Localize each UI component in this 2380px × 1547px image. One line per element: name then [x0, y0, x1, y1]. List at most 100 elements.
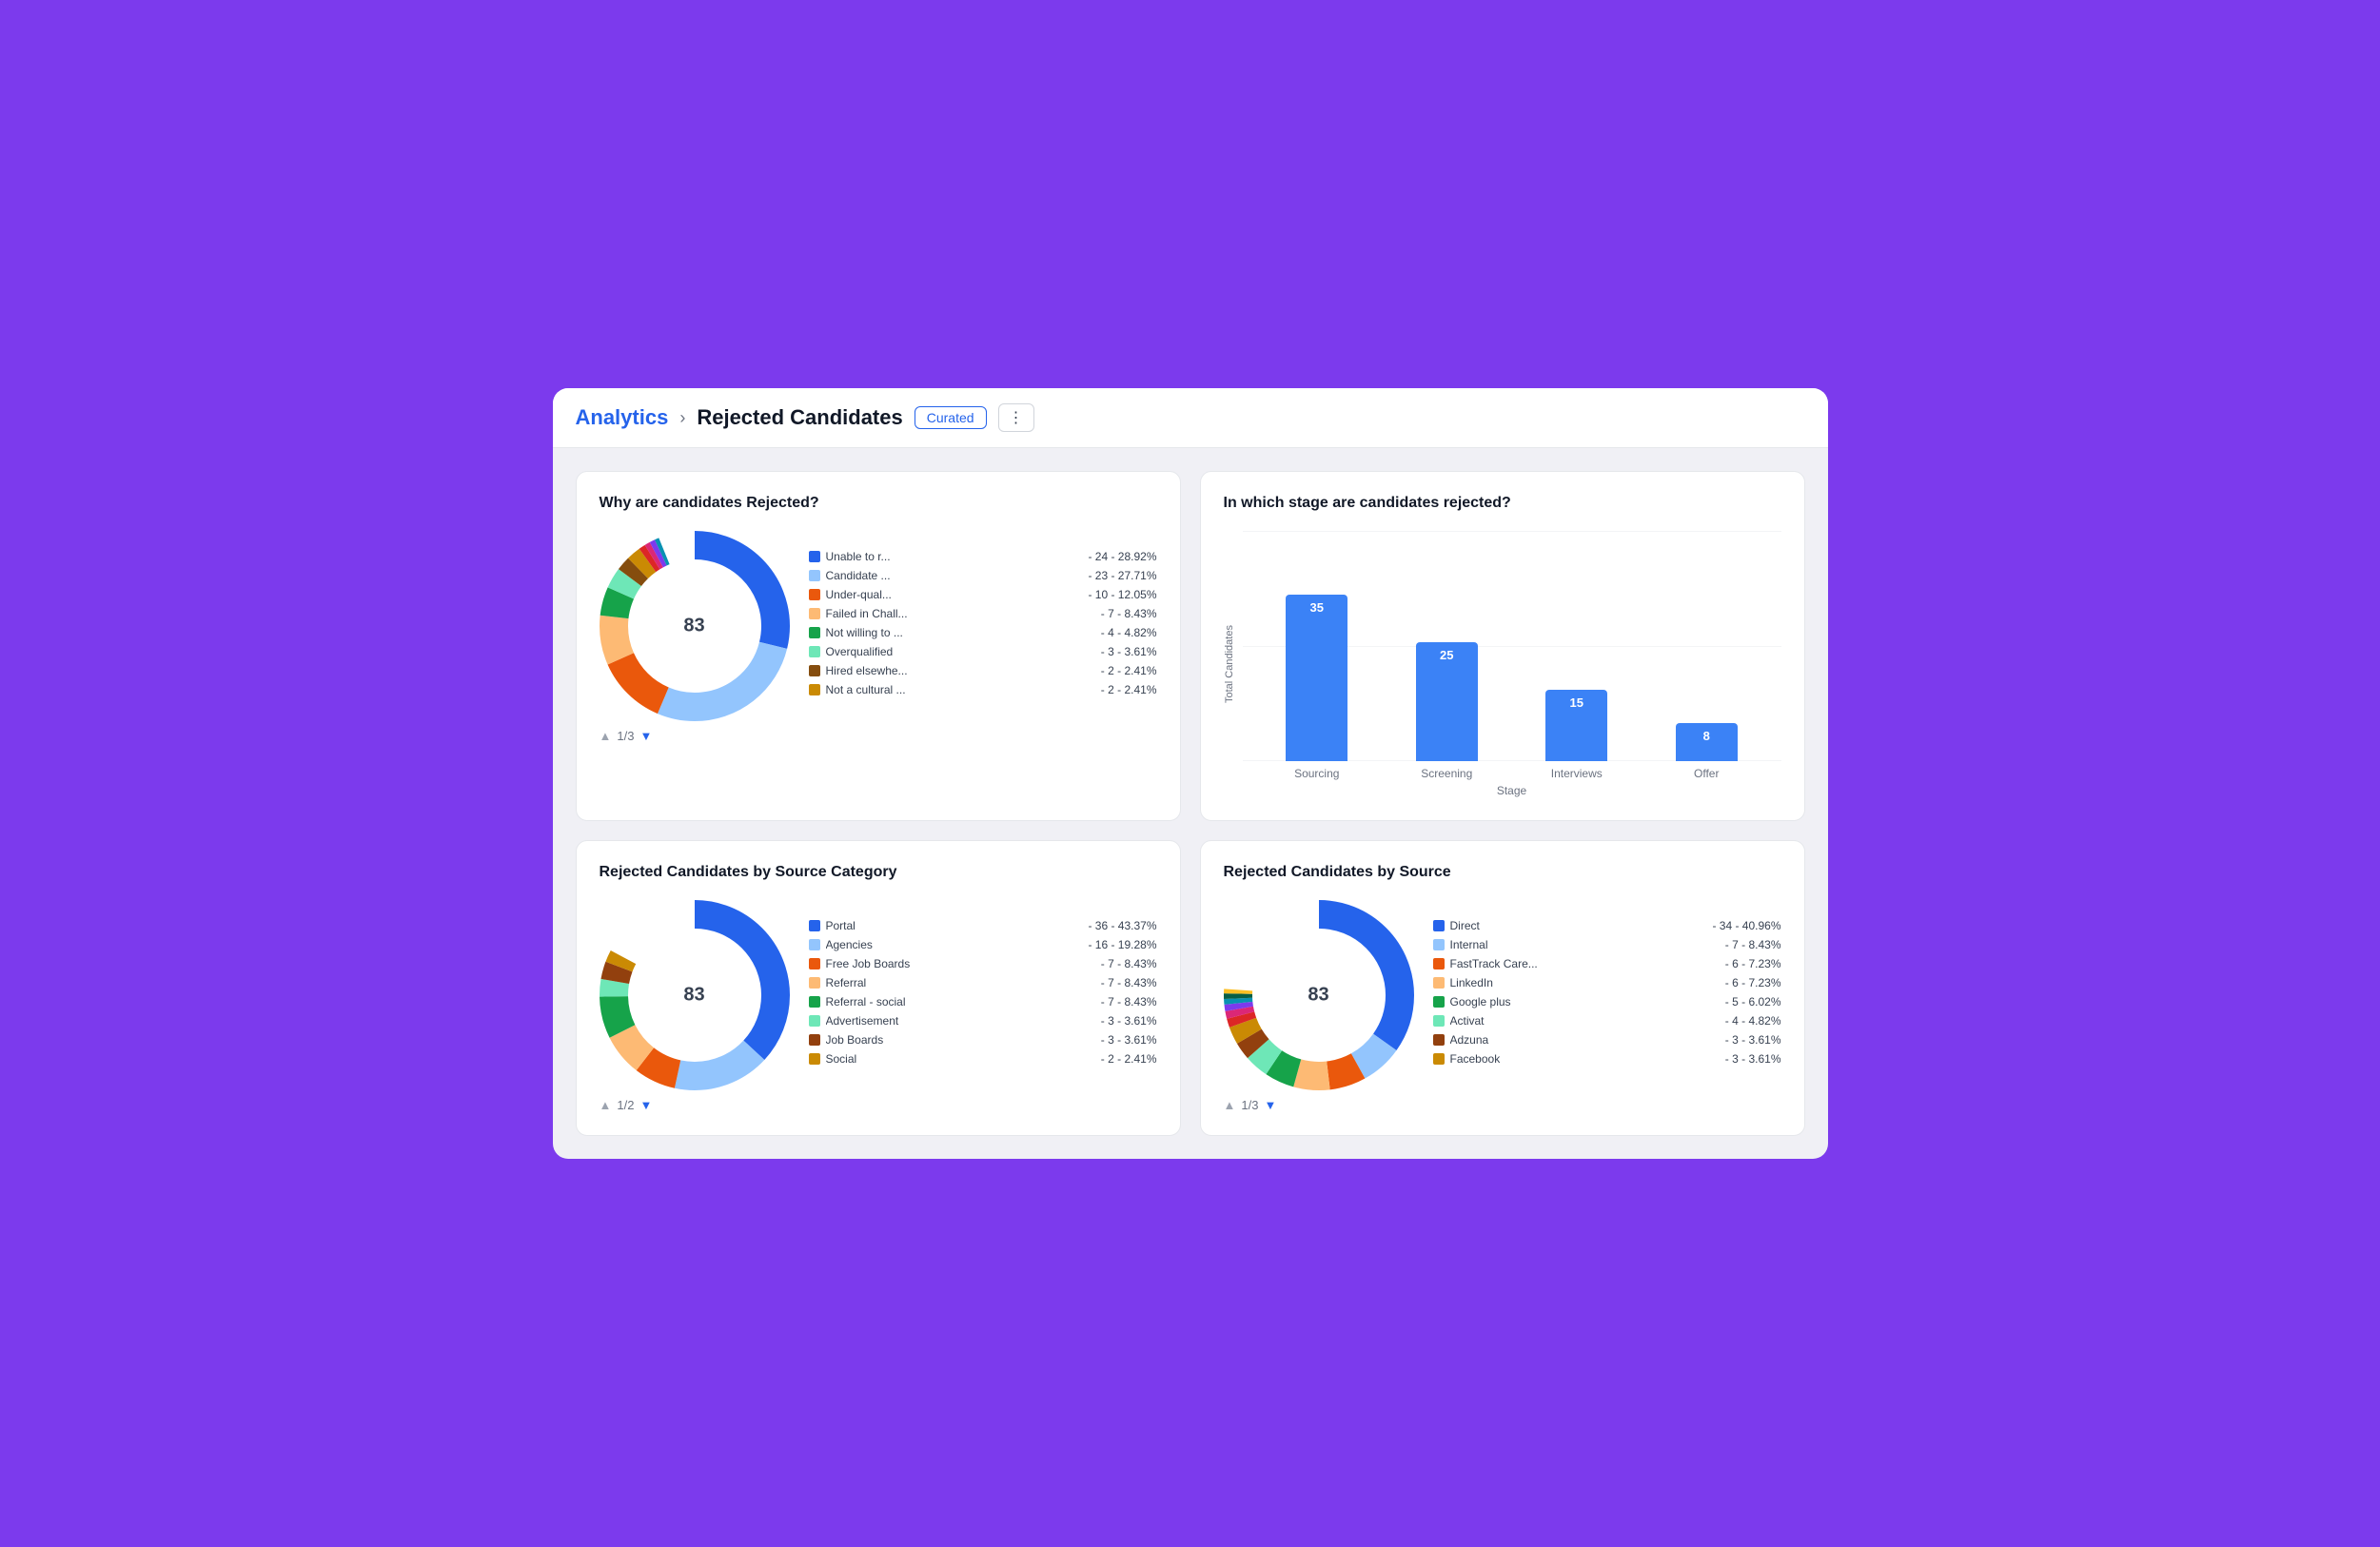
legend-value: - 2 - 2.41%: [1101, 1052, 1157, 1066]
bar-column: 15: [1545, 571, 1607, 761]
x-axis-label: Screening: [1418, 767, 1475, 780]
legend-item: Failed in Chall... - 7 - 8.43%: [809, 607, 1157, 620]
legend-label: Google plus: [1450, 995, 1720, 1008]
legend-label: Internal: [1450, 938, 1720, 951]
next-page-s-icon[interactable]: ▼: [1264, 1098, 1276, 1112]
legend-color: [1433, 1034, 1445, 1046]
bar-value-label: 35: [1310, 600, 1324, 615]
legend-value: - 4 - 4.82%: [1101, 626, 1157, 639]
x-axis-label: Offer: [1678, 767, 1735, 780]
legend-value: - 7 - 8.43%: [1101, 957, 1157, 970]
legend-label: Facebook: [1450, 1052, 1720, 1066]
legend-value: - 6 - 7.23%: [1725, 957, 1781, 970]
legend-label: Not willing to ...: [826, 626, 1095, 639]
prev-page-sc-icon[interactable]: ▲: [600, 1098, 612, 1112]
source-content: 83 Direct - 34 - 40.96% Internal - 7 - 8…: [1224, 900, 1781, 1090]
why-rejected-content: 83 Unable to r... - 24 - 28.92% Candidat…: [600, 531, 1157, 721]
legend-value: - 23 - 27.71%: [1088, 569, 1156, 582]
legend-value: - 4 - 4.82%: [1725, 1014, 1781, 1028]
bar-column: 25: [1416, 571, 1478, 761]
bar-grid: 3525158: [1243, 531, 1781, 761]
legend-label: Not a cultural ...: [826, 683, 1095, 696]
source-category-legend: Portal - 36 - 43.37% Agencies - 16 - 19.…: [809, 919, 1157, 1071]
source-category-title: Rejected Candidates by Source Category: [600, 864, 1157, 881]
stage-card: In which stage are candidates rejected? …: [1200, 471, 1805, 821]
content-area: Why are candidates Rejected?: [553, 448, 1828, 1159]
legend-value: - 3 - 3.61%: [1725, 1033, 1781, 1047]
legend-color: [1433, 977, 1445, 989]
legend-label: Unable to r...: [826, 550, 1083, 563]
legend-label: Referral - social: [826, 995, 1095, 1008]
curated-button[interactable]: Curated: [915, 406, 987, 429]
legend-color: [1433, 996, 1445, 1008]
legend-label: Under-qual...: [826, 588, 1083, 601]
why-rejected-legend: Unable to r... - 24 - 28.92% Candidate .…: [809, 550, 1157, 702]
more-options-button[interactable]: ⋮: [998, 403, 1034, 432]
legend-value: - 2 - 2.41%: [1101, 683, 1157, 696]
legend-value: - 6 - 7.23%: [1725, 976, 1781, 989]
legend-color: [809, 627, 820, 638]
page-title: Rejected Candidates: [697, 405, 902, 430]
legend-value: - 7 - 8.43%: [1725, 938, 1781, 951]
legend-value: - 34 - 40.96%: [1712, 919, 1780, 932]
breadcrumb-chevron: ›: [679, 408, 685, 428]
legend-label: Candidate ...: [826, 569, 1083, 582]
legend-label: Adzuna: [1450, 1033, 1720, 1047]
prev-page-s-icon[interactable]: ▲: [1224, 1098, 1236, 1112]
source-legend: Direct - 34 - 40.96% Internal - 7 - 8.43…: [1433, 919, 1781, 1071]
page-sc-indicator: 1/2: [617, 1098, 634, 1112]
bar-value-label: 25: [1440, 648, 1453, 662]
why-rejected-title: Why are candidates Rejected?: [600, 495, 1157, 512]
legend-label: Direct: [1450, 919, 1707, 932]
x-axis-title: Stage: [1243, 784, 1781, 797]
legend-color: [809, 551, 820, 562]
why-rejected-donut: 83: [600, 531, 790, 721]
bar-value-label: 15: [1570, 695, 1583, 710]
legend-item: Internal - 7 - 8.43%: [1433, 938, 1781, 951]
legend-label: Hired elsewhe...: [826, 664, 1095, 677]
legend-color: [809, 684, 820, 695]
legend-value: - 10 - 12.05%: [1088, 588, 1156, 601]
source-card: Rejected Candidates by Source: [1200, 840, 1805, 1136]
legend-color: [809, 1034, 820, 1046]
bars-row: 3525158: [1243, 531, 1781, 761]
legend-label: Agencies: [826, 938, 1083, 951]
source-category-center: 83: [683, 985, 704, 1007]
legend-item: Portal - 36 - 43.37%: [809, 919, 1157, 932]
legend-label: LinkedIn: [1450, 976, 1720, 989]
source-category-content: 83 Portal - 36 - 43.37% Agencies - 16 - …: [600, 900, 1157, 1090]
legend-color: [809, 977, 820, 989]
prev-page-icon[interactable]: ▲: [600, 729, 612, 743]
legend-item: Direct - 34 - 40.96%: [1433, 919, 1781, 932]
source-category-pagination[interactable]: ▲ 1/2 ▼: [600, 1098, 1157, 1112]
x-axis-label: Interviews: [1548, 767, 1605, 780]
legend-item: Advertisement - 3 - 3.61%: [809, 1014, 1157, 1028]
legend-color: [1433, 939, 1445, 950]
legend-color: [809, 589, 820, 600]
legend-item: Facebook - 3 - 3.61%: [1433, 1052, 1781, 1066]
why-rejected-pagination[interactable]: ▲ 1/3 ▼: [600, 729, 1157, 743]
legend-item: FastTrack Care... - 6 - 7.23%: [1433, 957, 1781, 970]
source-category-donut: 83: [600, 900, 790, 1090]
legend-item: Activat - 4 - 4.82%: [1433, 1014, 1781, 1028]
legend-value: - 7 - 8.43%: [1101, 976, 1157, 989]
legend-color: [1433, 920, 1445, 931]
legend-label: Social: [826, 1052, 1095, 1066]
legend-item: Hired elsewhe... - 2 - 2.41%: [809, 664, 1157, 677]
source-title: Rejected Candidates by Source: [1224, 864, 1781, 881]
legend-item: Unable to r... - 24 - 28.92%: [809, 550, 1157, 563]
next-page-sc-icon[interactable]: ▼: [639, 1098, 652, 1112]
next-page-icon[interactable]: ▼: [639, 729, 652, 743]
analytics-link[interactable]: Analytics: [576, 405, 669, 430]
source-pagination[interactable]: ▲ 1/3 ▼: [1224, 1098, 1781, 1112]
legend-item: LinkedIn - 6 - 7.23%: [1433, 976, 1781, 989]
page-indicator: 1/3: [617, 729, 634, 743]
legend-item: Free Job Boards - 7 - 8.43%: [809, 957, 1157, 970]
legend-value: - 3 - 3.61%: [1101, 1014, 1157, 1028]
legend-label: Referral: [826, 976, 1095, 989]
legend-item: Agencies - 16 - 19.28%: [809, 938, 1157, 951]
legend-item: Job Boards - 3 - 3.61%: [809, 1033, 1157, 1047]
legend-color: [809, 665, 820, 676]
legend-value: - 3 - 3.61%: [1725, 1052, 1781, 1066]
source-category-card: Rejected Candidates by Source Category: [576, 840, 1181, 1136]
